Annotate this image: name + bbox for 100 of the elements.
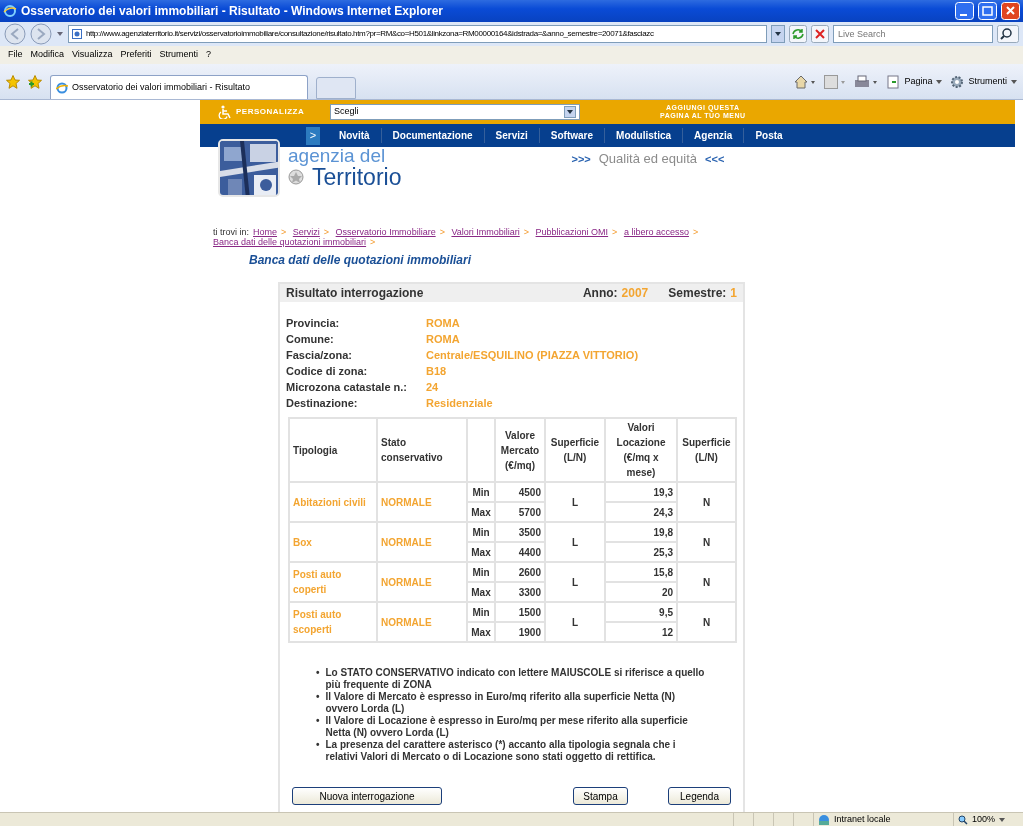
table-cell: 3500 — [495, 522, 545, 542]
page-icon — [886, 74, 901, 89]
table-cell: 9,5 — [605, 602, 677, 622]
column-header: Valore Mercato (€/mq) — [495, 418, 545, 482]
print-icon[interactable] — [854, 74, 879, 89]
table-cell: 19,3 — [605, 482, 677, 502]
back-button[interactable] — [4, 23, 26, 45]
range-label: Max — [467, 582, 495, 602]
menu-select[interactable]: Scegli — [330, 104, 580, 120]
browser-icon — [3, 4, 17, 18]
toolbar-menu-button[interactable]: Pagina — [886, 74, 943, 89]
range-label: Min — [467, 602, 495, 622]
address-field[interactable]: http://www.agenziaterritorio.it/servizi/osservatorioimmobiliare/consultazione/risultato.htm?pr=RM&co=H501&linkzona=RM00000164&idstrada=&anno_semestre=20071&fasciazc — [68, 25, 767, 43]
breadcrumb-link[interactable]: Pubblicazioni OMI — [535, 227, 609, 237]
list-bullet: • — [316, 715, 320, 728]
search-button[interactable] — [997, 25, 1019, 43]
nav-link[interactable]: Servizi — [484, 128, 540, 143]
field-label: Provincia: — [286, 316, 341, 331]
breadcrumb-link[interactable]: Valori Immobiliari — [451, 227, 520, 237]
breadcrumb-separator: > — [281, 227, 287, 237]
caret-icon — [1011, 78, 1017, 85]
minimize-button[interactable] — [955, 2, 974, 20]
nav-link[interactable]: Novità — [328, 128, 382, 143]
caret-icon — [936, 78, 943, 85]
year-label: Anno: — [582, 285, 618, 302]
panel-title: Risultato interrogazione — [286, 285, 424, 302]
breadcrumb-separator: > — [439, 227, 445, 237]
legend-button[interactable]: Legenda — [668, 787, 731, 805]
menu-item[interactable]: Visualizza — [68, 48, 117, 62]
table-cell: 4500 — [495, 482, 545, 502]
new-query-button[interactable]: Nuova interrogazione — [292, 787, 442, 805]
field-value: B18 — [426, 364, 447, 379]
field-value: Centrale/ESQUILINO (PIAZZA VITTORIO) — [426, 348, 639, 363]
star-icon[interactable] — [6, 74, 20, 89]
range-label: Max — [467, 542, 495, 562]
breadcrumb-link[interactable]: Banca dati delle quotazioni immobiliari — [213, 237, 367, 247]
breadcrumb-separator: > — [692, 227, 699, 237]
menu-item[interactable]: Preferiti — [116, 48, 156, 62]
breadcrumb-link[interactable]: Servizi — [292, 227, 320, 237]
field-label: Fascia/zona: — [286, 348, 354, 363]
list-bullet: • — [316, 667, 320, 680]
add-favorite-icon[interactable] — [28, 74, 42, 89]
table-cell: 1500 — [495, 602, 545, 622]
field-value: ROMA — [426, 332, 460, 347]
field-label: Codice di zona: — [286, 364, 369, 379]
dropdown-button[interactable] — [771, 25, 785, 43]
breadcrumb-label: ti trovi in: — [213, 227, 249, 237]
toolbar-menu-button[interactable]: Strumenti — [950, 74, 1017, 89]
condition-cell: NORMALE — [377, 602, 467, 642]
range-label: Min — [467, 562, 495, 582]
field-value: Residenziale — [426, 396, 493, 411]
field-label: Destinazione: — [286, 396, 359, 411]
type-cell: Posti auto coperti — [289, 562, 377, 602]
stop-button[interactable] — [811, 25, 829, 43]
semester-value: 1 — [730, 285, 737, 302]
table-cell: N — [677, 482, 736, 522]
semester-label: Semestre: — [668, 285, 727, 302]
note-text: La presenza del carattere asterisco (*) accanto alla tipologia segnala che i relativi Valori di Mercato o di Locazione sono stati oggetto di rettifica. — [325, 739, 677, 763]
forward-button[interactable] — [30, 23, 52, 45]
field-label: Comune: — [286, 332, 335, 347]
nav-link[interactable]: Agenzia — [683, 128, 745, 143]
nav-link[interactable]: Posta — [744, 128, 794, 143]
nav-link[interactable]: Modulistica — [605, 128, 684, 143]
table-cell: 15,8 — [605, 562, 677, 582]
menu-item[interactable]: Strumenti — [155, 48, 202, 62]
table-cell: L — [545, 562, 605, 602]
nav-link[interactable]: Software — [539, 128, 606, 143]
tagline-arrows: <<< — [705, 151, 725, 167]
range-label: Min — [467, 482, 495, 502]
wheelchair-icon — [218, 105, 232, 119]
breadcrumb-separator: > — [323, 227, 330, 237]
nav-arrow-button[interactable]: > — [306, 126, 320, 145]
close-button[interactable] — [1001, 2, 1020, 20]
table-cell: N — [677, 562, 736, 602]
condition-cell: NORMALE — [377, 482, 467, 522]
breadcrumb-link[interactable]: a libero accesso — [623, 227, 689, 237]
type-cell: Box — [289, 522, 377, 562]
field-value: 24 — [426, 380, 439, 395]
column-header: Stato conservativo — [377, 418, 467, 482]
note-text: Il Valore di Mercato è espresso in Euro/mq riferito alla superficie Netta (N) ovvero Lorda (L) — [325, 691, 677, 715]
page-icon — [72, 29, 82, 39]
list-bullet: • — [316, 739, 320, 752]
maximize-button[interactable] — [978, 2, 997, 20]
nav-link[interactable]: Documentazione — [381, 128, 485, 143]
menu-item[interactable]: File — [4, 48, 27, 62]
field-label: Microzona catastale n.: — [286, 380, 409, 395]
zoom-control[interactable]: 100% — [953, 812, 1023, 826]
menu-item[interactable]: ? — [201, 48, 215, 62]
breadcrumb-link[interactable]: Osservatorio Immobiliare — [335, 227, 436, 237]
window-title: Osservatorio dei valori immobiliari - Risultato - Windows Internet Explorer — [21, 3, 443, 20]
browser-tab[interactable]: Osservatorio dei valori immobiliari - Risultato — [50, 75, 308, 99]
breadcrumb-link[interactable]: Home — [253, 227, 278, 237]
search-field[interactable]: Live Search — [833, 25, 993, 43]
home-icon[interactable] — [794, 74, 817, 89]
condition-cell: NORMALE — [377, 562, 467, 602]
menu-item[interactable]: Modifica — [26, 48, 69, 62]
table-cell: L — [545, 522, 605, 562]
gear-icon — [950, 74, 965, 89]
print-button[interactable]: Stampa — [573, 787, 628, 805]
table-cell: L — [545, 482, 605, 522]
